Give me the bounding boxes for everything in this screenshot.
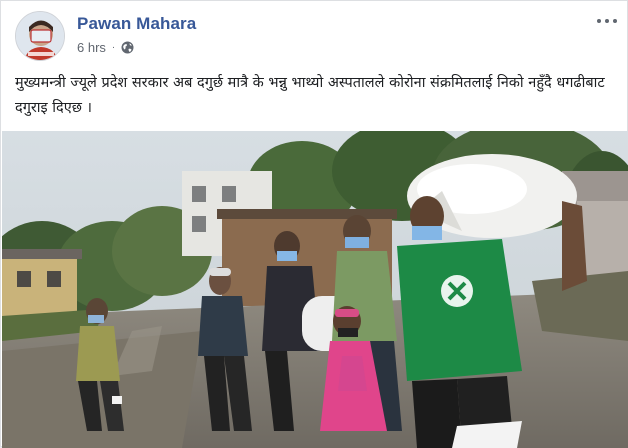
post-card: Pawan Mahara 6 hrs · मुख्यमन्त्री ज्यूले…: [0, 0, 628, 448]
author-avatar[interactable]: [15, 11, 65, 61]
post-photo[interactable]: [2, 131, 628, 448]
more-options-icon[interactable]: [593, 11, 621, 31]
globe-icon[interactable]: [121, 41, 134, 54]
post-meta: 6 hrs ·: [77, 40, 134, 55]
post-text: मुख्यमन्त्री ज्यूले प्रदेश सरकार अब दगुर…: [15, 75, 605, 116]
author-name[interactable]: Pawan Mahara: [77, 14, 196, 34]
post-time[interactable]: 6 hrs: [77, 40, 106, 55]
meta-separator: ·: [111, 42, 116, 53]
